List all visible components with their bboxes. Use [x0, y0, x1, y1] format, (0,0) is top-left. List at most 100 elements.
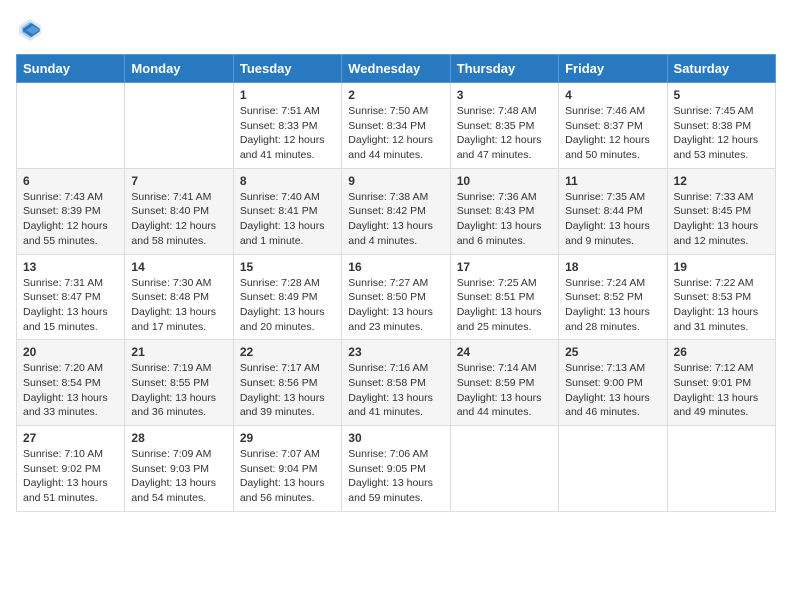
cell-text: Sunrise: 7:10 AM — [23, 447, 118, 462]
cell-text: Sunset: 8:42 PM — [348, 204, 443, 219]
day-number: 14 — [131, 260, 226, 274]
day-number: 15 — [240, 260, 335, 274]
cell-text: Sunrise: 7:41 AM — [131, 190, 226, 205]
cell-text: Daylight: 12 hours and 41 minutes. — [240, 133, 335, 162]
cell-text: Sunset: 9:01 PM — [674, 376, 769, 391]
day-number: 19 — [674, 260, 769, 274]
cell-text: Daylight: 13 hours and 4 minutes. — [348, 219, 443, 248]
day-number: 26 — [674, 345, 769, 359]
cell-text: Daylight: 13 hours and 41 minutes. — [348, 391, 443, 420]
cell-text: Sunrise: 7:45 AM — [674, 104, 769, 119]
cell-text: Daylight: 13 hours and 36 minutes. — [131, 391, 226, 420]
day-number: 29 — [240, 431, 335, 445]
cell-text: Daylight: 13 hours and 15 minutes. — [23, 305, 118, 334]
day-header-saturday: Saturday — [667, 55, 775, 83]
cell-text: Sunset: 8:56 PM — [240, 376, 335, 391]
cell-text: Sunset: 8:38 PM — [674, 119, 769, 134]
cell-text: Sunrise: 7:30 AM — [131, 276, 226, 291]
calendar-cell: 26 Sunrise: 7:12 AMSunset: 9:01 PMDayligh… — [667, 340, 775, 426]
day-number: 7 — [131, 174, 226, 188]
cell-text: Daylight: 13 hours and 31 minutes. — [674, 305, 769, 334]
cell-text: Sunset: 8:47 PM — [23, 290, 118, 305]
cell-text: Daylight: 13 hours and 39 minutes. — [240, 391, 335, 420]
day-number: 16 — [348, 260, 443, 274]
calendar-header-row: SundayMondayTuesdayWednesdayThursdayFrid… — [17, 55, 776, 83]
week-row-4: 20Sunrise: 7:20 AMSunset: 8:54 PMDayligh… — [17, 340, 776, 426]
cell-text: Daylight: 13 hours and 6 minutes. — [457, 219, 552, 248]
cell-text: Sunrise: 7:09 AM — [131, 447, 226, 462]
calendar-cell: 22Sunrise: 7:17 AMSunset: 8:56 PMDayligh… — [233, 340, 341, 426]
cell-text: Daylight: 12 hours and 44 minutes. — [348, 133, 443, 162]
cell-text: Sunrise: 7:50 AM — [348, 104, 443, 119]
calendar-cell: 21Sunrise: 7:19 AMSunset: 8:55 PMDayligh… — [125, 340, 233, 426]
day-header-monday: Monday — [125, 55, 233, 83]
calendar-cell: 20Sunrise: 7:20 AMSunset: 8:54 PMDayligh… — [17, 340, 125, 426]
calendar-cell: 1Sunrise: 7:51 AMSunset: 8:33 PMDaylight… — [233, 83, 341, 169]
day-number: 22 — [240, 345, 335, 359]
cell-text: Sunrise: 7:24 AM — [565, 276, 660, 291]
calendar-cell: 11Sunrise: 7:35 AMSunset: 8:44 PMDayligh… — [559, 168, 667, 254]
cell-text: Daylight: 12 hours and 58 minutes. — [131, 219, 226, 248]
cell-text: Sunrise: 7:13 AM — [565, 361, 660, 376]
cell-text: Daylight: 13 hours and 51 minutes. — [23, 476, 118, 505]
calendar-cell: 25 Sunrise: 7:13 AMSunset: 9:00 PMDayligh… — [559, 340, 667, 426]
cell-text: Sunset: 8:51 PM — [457, 290, 552, 305]
day-number: 24 — [457, 345, 552, 359]
cell-text: Sunrise: 7:27 AM — [348, 276, 443, 291]
cell-text: Daylight: 12 hours and 47 minutes. — [457, 133, 552, 162]
calendar-cell: 18Sunrise: 7:24 AMSunset: 8:52 PMDayligh… — [559, 254, 667, 340]
cell-text: Daylight: 13 hours and 9 minutes. — [565, 219, 660, 248]
day-number: 4 — [565, 88, 660, 102]
cell-text: Sunset: 8:48 PM — [131, 290, 226, 305]
cell-text: Sunrise: 7:46 AM — [565, 104, 660, 119]
calendar-cell: 4 Sunrise: 7:46 AMSunset: 8:37 PMDaylight… — [559, 83, 667, 169]
cell-text: Sunset: 9:03 PM — [131, 462, 226, 477]
cell-text: Sunset: 9:05 PM — [348, 462, 443, 477]
cell-text: Sunrise: 7:06 AM — [348, 447, 443, 462]
cell-text: Sunset: 8:45 PM — [674, 204, 769, 219]
calendar-cell: 7Sunrise: 7:41 AMSunset: 8:40 PMDaylight… — [125, 168, 233, 254]
cell-text: Sunrise: 7:36 AM — [457, 190, 552, 205]
calendar-cell: 30Sunrise: 7:06 AMSunset: 9:05 PMDayligh… — [342, 426, 450, 512]
cell-text: Sunrise: 7:43 AM — [23, 190, 118, 205]
cell-text: Sunset: 8:35 PM — [457, 119, 552, 134]
cell-text: Sunrise: 7:20 AM — [23, 361, 118, 376]
cell-text: Sunrise: 7:16 AM — [348, 361, 443, 376]
cell-text: Daylight: 13 hours and 44 minutes. — [457, 391, 552, 420]
week-row-2: 6Sunrise: 7:43 AMSunset: 8:39 PMDaylight… — [17, 168, 776, 254]
cell-text: Sunrise: 7:40 AM — [240, 190, 335, 205]
cell-text: Daylight: 13 hours and 12 minutes. — [674, 219, 769, 248]
day-number: 11 — [565, 174, 660, 188]
day-header-thursday: Thursday — [450, 55, 558, 83]
calendar-cell: 19Sunrise: 7:22 AMSunset: 8:53 PMDayligh… — [667, 254, 775, 340]
calendar-table: SundayMondayTuesdayWednesdayThursdayFrid… — [16, 54, 776, 512]
cell-text: Sunset: 9:04 PM — [240, 462, 335, 477]
day-number: 21 — [131, 345, 226, 359]
cell-text: Sunrise: 7:48 AM — [457, 104, 552, 119]
calendar-cell: 3 Sunrise: 7:48 AMSunset: 8:35 PMDaylight… — [450, 83, 558, 169]
day-header-wednesday: Wednesday — [342, 55, 450, 83]
day-header-sunday: Sunday — [17, 55, 125, 83]
calendar-cell: 29Sunrise: 7:07 AMSunset: 9:04 PMDayligh… — [233, 426, 341, 512]
cell-text: Sunset: 8:37 PM — [565, 119, 660, 134]
cell-text: Daylight: 13 hours and 33 minutes. — [23, 391, 118, 420]
calendar-cell: 12Sunrise: 7:33 AMSunset: 8:45 PMDayligh… — [667, 168, 775, 254]
cell-text: Sunrise: 7:12 AM — [674, 361, 769, 376]
day-number: 27 — [23, 431, 118, 445]
cell-text: Daylight: 13 hours and 54 minutes. — [131, 476, 226, 505]
cell-text: Daylight: 13 hours and 25 minutes. — [457, 305, 552, 334]
week-row-1: 1Sunrise: 7:51 AMSunset: 8:33 PMDaylight… — [17, 83, 776, 169]
logo — [16, 16, 48, 44]
day-number: 3 — [457, 88, 552, 102]
day-number: 25 — [565, 345, 660, 359]
calendar-cell — [667, 426, 775, 512]
calendar-cell: 23Sunrise: 7:16 AMSunset: 8:58 PMDayligh… — [342, 340, 450, 426]
cell-text: Daylight: 12 hours and 50 minutes. — [565, 133, 660, 162]
cell-text: Sunset: 9:00 PM — [565, 376, 660, 391]
cell-text: Daylight: 13 hours and 28 minutes. — [565, 305, 660, 334]
calendar-cell: 27Sunrise: 7:10 AMSunset: 9:02 PMDayligh… — [17, 426, 125, 512]
cell-text: Daylight: 13 hours and 49 minutes. — [674, 391, 769, 420]
cell-text: Daylight: 13 hours and 46 minutes. — [565, 391, 660, 420]
calendar-cell: 6Sunrise: 7:43 AMSunset: 8:39 PMDaylight… — [17, 168, 125, 254]
cell-text: Sunset: 8:54 PM — [23, 376, 118, 391]
